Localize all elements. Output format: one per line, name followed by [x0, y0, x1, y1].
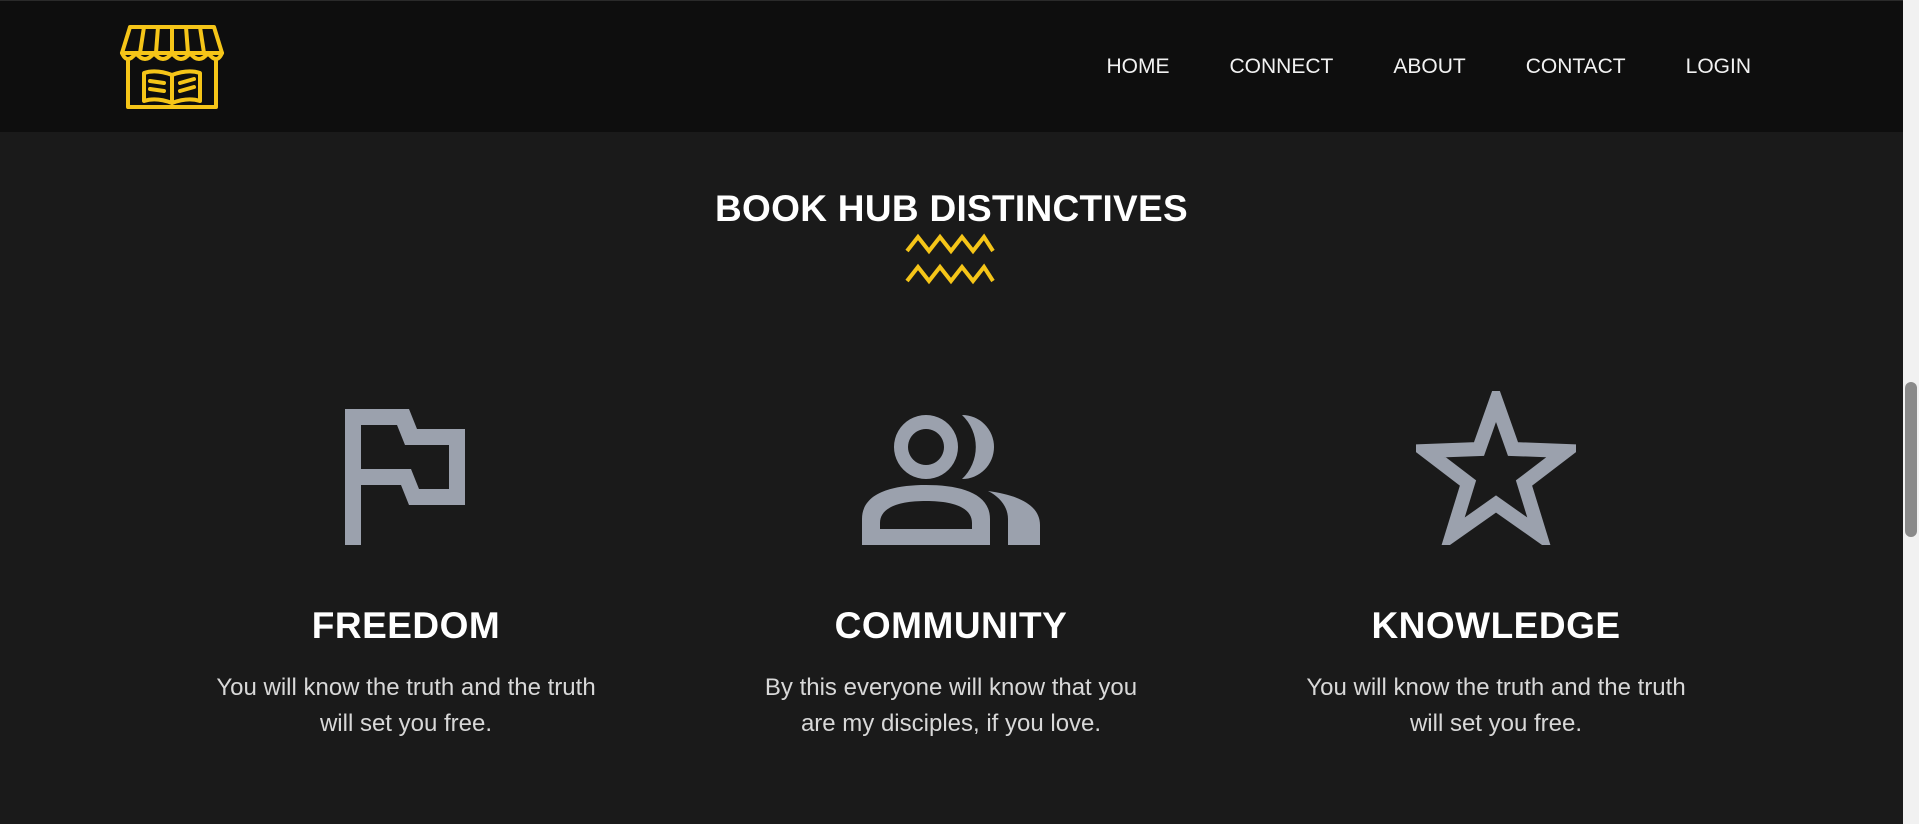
scrollbar-thumb[interactable]	[1905, 382, 1917, 537]
feature-freedom: FREEDOM You will know the truth and the …	[196, 380, 616, 742]
bookstore-logo-icon[interactable]	[118, 23, 226, 111]
feature-text: You will know the truth and the truth wi…	[1306, 674, 1686, 737]
nav-home[interactable]: HOME	[1107, 53, 1170, 81]
nav-about[interactable]: ABOUT	[1393, 53, 1465, 81]
navbar: HOME CONNECT ABOUT CONTACT LOGIN	[0, 0, 1903, 132]
people-icon	[862, 415, 1040, 550]
feature-text: By this everyone will know that you are …	[764, 674, 1138, 737]
nav-connect[interactable]: CONNECT	[1230, 53, 1334, 81]
zigzag-icon	[905, 231, 995, 285]
section-title: BOOK HUB DISTINCTIVES	[715, 187, 1188, 229]
feature-text: You will know the truth and the truth wi…	[216, 674, 596, 737]
page: HOME CONNECT ABOUT CONTACT LOGIN BOOK HU…	[0, 0, 1903, 824]
feature-title: FREEDOM	[311, 605, 501, 646]
star-icon	[1406, 380, 1586, 553]
feature-community: COMMUNITY By this everyone will know tha…	[741, 380, 1161, 742]
feature-title: COMMUNITY	[834, 605, 1068, 646]
flag-icon	[345, 409, 467, 550]
main-nav: HOME CONNECT ABOUT CONTACT LOGIN	[1107, 53, 1751, 81]
nav-contact[interactable]: CONTACT	[1526, 53, 1626, 81]
feature-title: KNOWLEDGE	[1371, 605, 1621, 646]
nav-login[interactable]: LOGIN	[1686, 53, 1751, 81]
feature-knowledge: KNOWLEDGE You will know the truth and th…	[1286, 380, 1706, 742]
